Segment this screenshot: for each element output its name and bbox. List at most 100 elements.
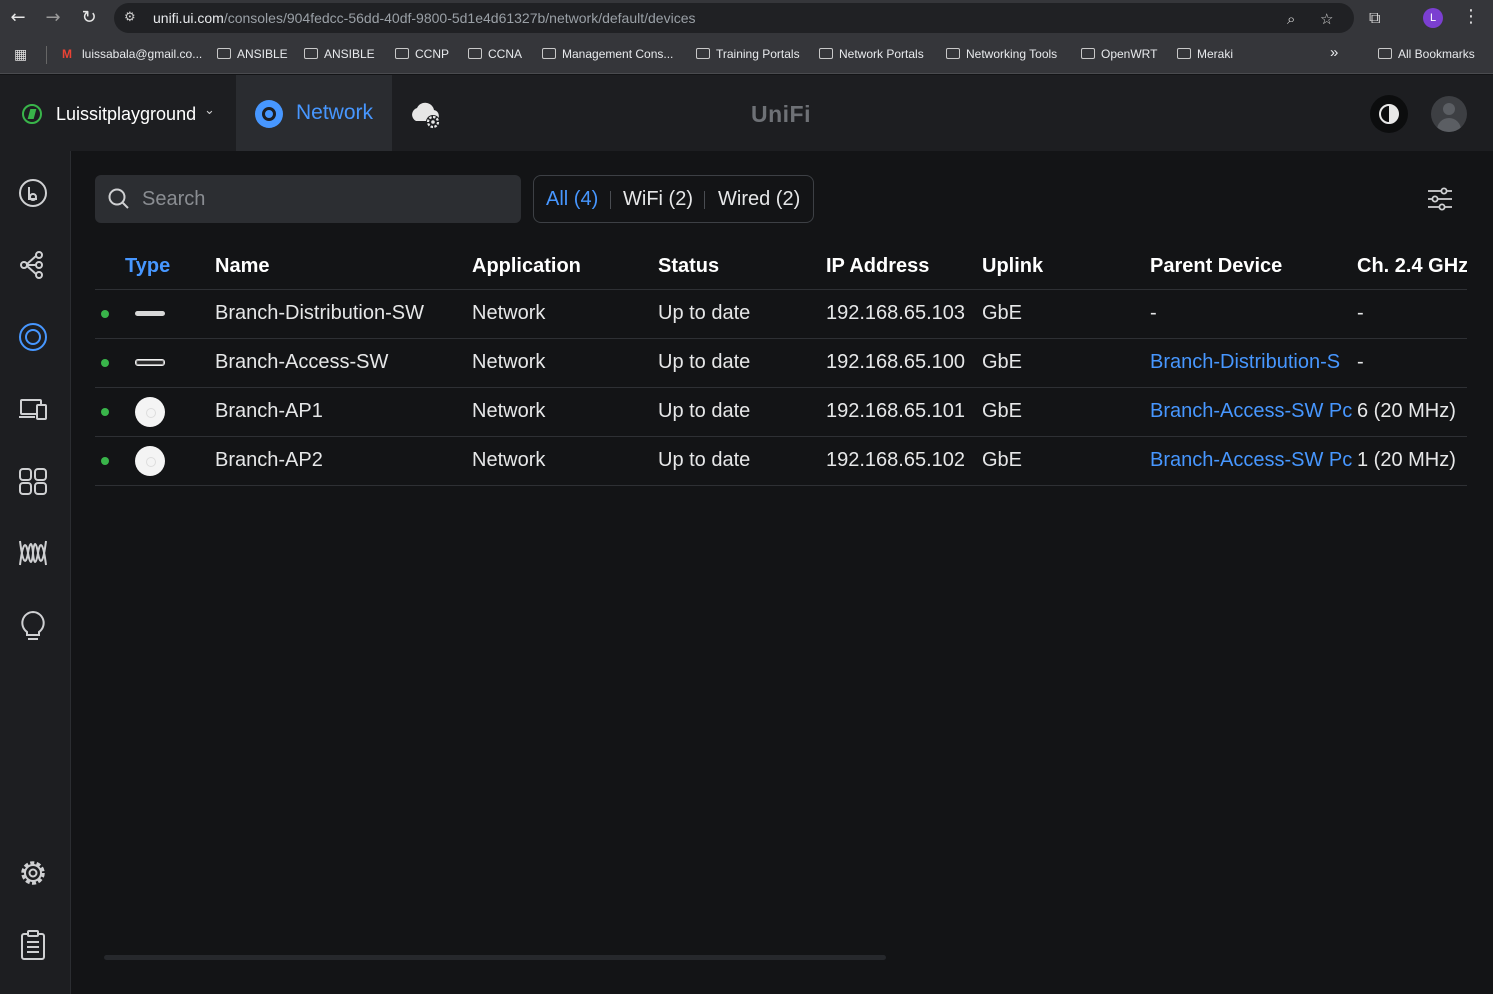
cloud-settings-icon[interactable] <box>408 99 444 131</box>
folder-icon <box>1081 48 1095 59</box>
column-header-uplink[interactable]: Uplink <box>982 244 1150 290</box>
filter-divider <box>704 191 705 209</box>
bookmark-star-icon[interactable]: ☆ <box>1320 10 1333 28</box>
address-bar[interactable]: ⚙ unifi.ui.com/consoles/904fedcc-56dd-40… <box>114 3 1354 33</box>
bookmarks-overflow-button[interactable]: » <box>1330 44 1338 61</box>
folder-icon <box>946 48 960 59</box>
device-uplink: GbE <box>982 436 1150 486</box>
folder-icon <box>542 48 556 59</box>
topology-icon[interactable] <box>17 249 49 281</box>
device-name[interactable]: Branch-Access-SW <box>215 338 472 388</box>
sidebar-nav <box>0 151 71 994</box>
network-app-icon <box>255 100 283 128</box>
apps-grid-icon[interactable]: ▦ <box>14 47 27 63</box>
filter-wifi[interactable]: WiFi (2) <box>623 188 693 211</box>
device-channel: 6 (20 MHz) <box>1357 387 1467 437</box>
bookmark-folder[interactable]: Management Cons... <box>542 47 673 61</box>
bookmark-folder[interactable]: OpenWRT <box>1081 47 1157 61</box>
bookmarks-bar: ▦ Mluissabala@gmail.co... ANSIBLE ANSIBL… <box>0 36 1493 74</box>
device-name[interactable]: Branch-AP2 <box>215 436 472 486</box>
device-parent-link[interactable]: Branch-Access-SW Pc <box>1150 400 1352 422</box>
online-status-dot <box>101 407 109 416</box>
access-point-device-icon <box>135 445 165 476</box>
folder-icon <box>468 48 482 59</box>
device-type-filter: All (4) WiFi (2) Wired (2) <box>533 175 814 223</box>
device-uplink: GbE <box>982 387 1150 437</box>
all-bookmarks-button[interactable]: All Bookmarks <box>1378 47 1475 61</box>
device-ip: 192.168.65.101 <box>826 387 982 437</box>
extensions-icon[interactable]: ⧉ <box>1369 8 1380 28</box>
filter-wired[interactable]: Wired (2) <box>718 188 800 211</box>
device-channel: - <box>1357 338 1467 388</box>
browser-menu-icon[interactable]: ⋮ <box>1462 6 1480 27</box>
site-selector[interactable]: Luissitplayground ⌄ <box>0 75 236 151</box>
search-input[interactable] <box>142 185 502 213</box>
column-settings-icon[interactable] <box>1426 185 1454 213</box>
column-header-name[interactable]: Name <box>215 244 472 290</box>
bookmark-folder[interactable]: Network Portals <box>819 47 924 61</box>
zoom-icon[interactable]: ⌕ <box>1287 10 1295 28</box>
column-header-ip-address[interactable]: IP Address <box>826 244 982 290</box>
url-text[interactable]: unifi.ui.com/consoles/904fedcc-56dd-40df… <box>153 10 695 26</box>
column-header-application[interactable]: Application <box>472 244 658 290</box>
reload-icon[interactable]: ↻ <box>79 8 99 28</box>
device-parent-link[interactable]: Branch-Distribution-S <box>1150 351 1340 373</box>
device-application: Network <box>472 436 658 486</box>
folder-icon <box>304 48 318 59</box>
bookmark-gmail[interactable]: Mluissabala@gmail.co... <box>62 47 202 61</box>
forward-arrow-icon[interactable]: → <box>43 8 63 28</box>
table-row[interactable]: Branch-AP1 Network Up to date 192.168.65… <box>95 387 1467 437</box>
device-status: Up to date <box>658 338 826 388</box>
bookmark-folder[interactable]: ANSIBLE <box>217 47 288 61</box>
device-uplink: GbE <box>982 338 1150 388</box>
bookmark-folder[interactable]: CCNP <box>395 47 449 61</box>
column-header-parent-device[interactable]: Parent Device <box>1150 244 1357 290</box>
column-header-status[interactable]: Status <box>658 244 826 290</box>
bookmark-folder[interactable]: Networking Tools <box>946 47 1057 61</box>
bookmark-folder[interactable]: Training Portals <box>696 47 800 61</box>
device-ip: 192.168.65.102 <box>826 436 982 486</box>
app-tab-network[interactable]: Network <box>236 75 392 151</box>
app-tab-label: Network <box>296 101 374 124</box>
table-row[interactable]: Branch-AP2 Network Up to date 192.168.65… <box>95 436 1467 486</box>
insights-icon[interactable] <box>17 609 49 641</box>
column-header-type[interactable]: Type <box>95 244 215 290</box>
device-application: Network <box>472 289 658 339</box>
horizontal-scrollbar[interactable] <box>104 955 886 960</box>
settings-gear-icon[interactable] <box>17 857 49 889</box>
back-arrow-icon[interactable]: ← <box>8 8 28 28</box>
user-avatar[interactable] <box>1431 96 1467 132</box>
device-name[interactable]: Branch-AP1 <box>215 387 472 437</box>
site-name: Luissitplayground <box>56 104 197 124</box>
column-header-channel-2-4ghz[interactable]: Ch. 2.4 GHz <box>1357 244 1467 290</box>
access-point-device-icon <box>135 396 165 427</box>
clients-icon[interactable] <box>17 393 49 425</box>
table-row[interactable]: Branch-Distribution-SW Network Up to dat… <box>95 289 1467 339</box>
radio-manager-icon[interactable] <box>17 537 49 569</box>
bookmarks-divider <box>46 46 47 64</box>
browser-profile-avatar[interactable]: L <box>1423 8 1443 28</box>
port-manager-icon[interactable] <box>17 465 49 497</box>
filter-all[interactable]: All (4) <box>546 188 598 211</box>
dashboard-icon[interactable] <box>17 177 49 209</box>
device-channel: - <box>1357 289 1467 339</box>
device-parent-link[interactable]: Branch-Access-SW Pc <box>1150 449 1352 471</box>
search-box <box>95 175 521 223</box>
folder-icon <box>395 48 409 59</box>
online-status-dot <box>101 309 109 318</box>
devices-icon[interactable] <box>17 321 49 353</box>
app-header: Luissitplayground ⌄ Network UniFi <box>0 75 1493 151</box>
theme-toggle-icon[interactable] <box>1370 95 1408 133</box>
device-ip: 192.168.65.103 <box>826 289 982 339</box>
bookmark-folder[interactable]: CCNA <box>468 47 522 61</box>
online-status-dot <box>101 456 109 465</box>
chevron-down-icon: ⌄ <box>204 103 215 118</box>
table-header-row: Type Name Application Status IP Address … <box>95 244 1467 290</box>
site-info-icon[interactable]: ⚙ <box>124 10 140 26</box>
bookmark-folder[interactable]: ANSIBLE <box>304 47 375 61</box>
system-log-icon[interactable] <box>17 929 49 961</box>
device-application: Network <box>472 338 658 388</box>
bookmark-folder[interactable]: Meraki <box>1177 47 1233 61</box>
table-row[interactable]: Branch-Access-SW Network Up to date 192.… <box>95 338 1467 388</box>
device-name[interactable]: Branch-Distribution-SW <box>215 289 472 339</box>
